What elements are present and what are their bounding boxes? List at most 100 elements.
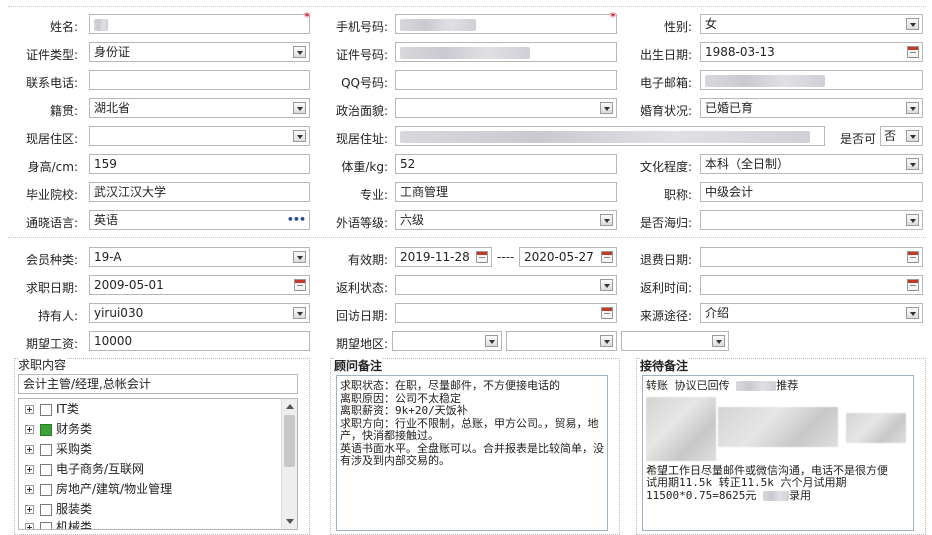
member-type-select[interactable]: 19-A bbox=[89, 247, 310, 267]
advisor-notes-textarea[interactable]: 求职状态：在职，尽量邮件，不方便接电话的 离职原因：公司不太稳定 离职薪资：9k… bbox=[336, 375, 608, 531]
tree-item-finance[interactable]: 财务类 bbox=[25, 420, 92, 438]
reception-line-text: 转账 协议已回传 bbox=[646, 379, 730, 392]
expand-icon[interactable] bbox=[25, 465, 34, 474]
redacted-block bbox=[646, 393, 910, 465]
job-title-input[interactable]: 中级会计 bbox=[700, 182, 923, 202]
advisor-line: 求职方向：行业不限制，总账，甲方公司。，贸易，地产，快消都接触过。 bbox=[340, 416, 599, 442]
tel-input[interactable] bbox=[89, 70, 310, 90]
language-level-select[interactable]: 六级 bbox=[395, 210, 617, 230]
phone-label: 手机号码: bbox=[335, 20, 388, 34]
expand-icon[interactable] bbox=[25, 485, 34, 494]
visit-date-input[interactable] bbox=[395, 303, 617, 323]
checkbox[interactable] bbox=[40, 403, 52, 416]
tree-item-machinery[interactable]: 机械类 bbox=[25, 518, 92, 529]
height-input[interactable]: 159 bbox=[89, 154, 310, 174]
expand-icon[interactable] bbox=[25, 405, 34, 414]
reception-notes-textarea[interactable]: 转账 协议已回传 推荐 希望工作日尽量邮件或微信沟通，电话不是很方便 试用期11… bbox=[642, 375, 914, 531]
native-select[interactable]: 湖北省 bbox=[89, 98, 310, 118]
validity-from-value: 2019-11-28 bbox=[400, 250, 470, 264]
area-city-select[interactable] bbox=[506, 331, 617, 351]
row-body: 身高/cm: 159 体重/kg: 52 文化程度: 本科（全日制） bbox=[0, 154, 932, 176]
phone-input[interactable] bbox=[395, 14, 617, 34]
language-label: 通晓语言: bbox=[25, 216, 78, 230]
row-language: 通晓语言: 英语 ••• 外语等级: 六级 是否海归: bbox=[0, 210, 932, 232]
row-name: 姓名: * 手机号码: * 性别: 女 bbox=[0, 10, 932, 36]
calendar-icon[interactable] bbox=[476, 251, 488, 263]
major-input[interactable]: 工商管理 bbox=[395, 182, 617, 202]
refund-date-input[interactable] bbox=[700, 247, 923, 267]
checkbox-checked[interactable] bbox=[40, 423, 52, 436]
source-select[interactable]: 介绍 bbox=[700, 303, 923, 323]
scroll-thumb[interactable] bbox=[284, 415, 295, 467]
reception-line-tail: 录用 bbox=[788, 488, 811, 502]
height-value: 159 bbox=[94, 157, 117, 171]
rebate-time-input[interactable] bbox=[700, 275, 923, 295]
chevron-down-icon bbox=[712, 335, 725, 347]
native-value: 湖北省 bbox=[94, 101, 131, 115]
tel-label: 联系电话: bbox=[25, 76, 78, 90]
tree-item-apparel[interactable]: 服装类 bbox=[25, 500, 92, 518]
education-label: 文化程度: bbox=[639, 160, 692, 174]
scroll-down-icon[interactable] bbox=[286, 519, 294, 524]
scroll-up-icon[interactable] bbox=[286, 404, 294, 409]
checkbox[interactable] bbox=[40, 521, 52, 529]
validity-from-input[interactable]: 2019-11-28 bbox=[395, 247, 492, 267]
expand-icon[interactable] bbox=[25, 523, 34, 529]
language-level-value: 六级 bbox=[400, 213, 425, 227]
row-school: 毕业院校: 武汉江汉大学 专业: 工商管理 职称: 中级会计 bbox=[0, 182, 932, 204]
overseas-select[interactable] bbox=[700, 210, 923, 230]
calendar-icon[interactable] bbox=[907, 279, 919, 291]
row-member: 会员种类: 19-A 有效期: 2019-11-28 ---- 2020-05-… bbox=[0, 247, 932, 269]
marital-select[interactable]: 已婚已育 bbox=[700, 98, 923, 118]
tree-item-realestate[interactable]: 房地产/建筑/物业管理 bbox=[25, 480, 172, 498]
id-number-input[interactable] bbox=[395, 42, 617, 62]
chevron-down-icon bbox=[906, 18, 919, 30]
yesno-value: 否 bbox=[884, 129, 897, 143]
region-select[interactable] bbox=[89, 126, 310, 146]
tree-scrollbar[interactable] bbox=[281, 399, 297, 529]
checkbox[interactable] bbox=[40, 483, 52, 496]
political-select[interactable] bbox=[395, 98, 617, 118]
tree-item-purchase[interactable]: 采购类 bbox=[25, 440, 92, 458]
expand-icon[interactable] bbox=[25, 425, 34, 434]
yesno-select[interactable]: 否 bbox=[880, 126, 923, 146]
address-input[interactable] bbox=[395, 126, 825, 146]
row-contact: 联系电话: QQ号码: 电子邮箱: bbox=[0, 70, 932, 92]
expand-icon[interactable] bbox=[25, 445, 34, 454]
weight-input[interactable]: 52 bbox=[395, 154, 617, 174]
qq-label: QQ号码: bbox=[341, 76, 388, 90]
checkbox[interactable] bbox=[40, 443, 52, 456]
apply-date-input[interactable]: 2009-05-01 bbox=[89, 275, 310, 295]
qq-input[interactable] bbox=[395, 70, 617, 90]
area-district-select[interactable] bbox=[621, 331, 729, 351]
email-label: 电子邮箱: bbox=[639, 76, 692, 90]
school-input[interactable]: 武汉江汉大学 bbox=[89, 182, 310, 202]
name-input[interactable] bbox=[89, 14, 310, 34]
birth-date-input[interactable]: 1988-03-13 bbox=[700, 42, 923, 62]
calendar-icon[interactable] bbox=[907, 251, 919, 263]
validity-separator: ---- bbox=[497, 250, 515, 264]
id-type-select[interactable]: 身份证 bbox=[89, 42, 310, 62]
gender-select[interactable]: 女 bbox=[700, 14, 923, 34]
checkbox[interactable] bbox=[40, 503, 52, 516]
tree-item-ecommerce[interactable]: 电子商务/互联网 bbox=[25, 460, 144, 478]
row-apply: 求职日期: 2009-05-01 返利状态: 返利时间: bbox=[0, 275, 932, 297]
rebate-status-select[interactable] bbox=[395, 275, 617, 295]
expand-icon[interactable] bbox=[25, 505, 34, 514]
validity-to-input[interactable]: 2020-05-27 bbox=[519, 247, 617, 267]
marital-label: 婚育状况: bbox=[639, 104, 692, 118]
marital-value: 已婚已育 bbox=[705, 101, 754, 115]
email-input[interactable] bbox=[700, 70, 923, 90]
chevron-down-icon bbox=[906, 130, 919, 142]
tree-item-label: 房地产/建筑/物业管理 bbox=[56, 482, 173, 496]
area-province-select[interactable] bbox=[392, 331, 502, 351]
job-selected-input[interactable]: 会计主管/经理,总帐会计 bbox=[18, 374, 298, 394]
holder-select[interactable]: yirui030 bbox=[89, 303, 310, 323]
reception-line-tail: 推荐 bbox=[776, 379, 799, 392]
checkbox[interactable] bbox=[40, 463, 52, 476]
calendar-icon[interactable] bbox=[907, 46, 919, 58]
education-select[interactable]: 本科（全日制） bbox=[700, 154, 923, 174]
tree-item-it[interactable]: IT类 bbox=[25, 400, 79, 418]
salary-input[interactable]: 10000 bbox=[89, 331, 310, 351]
language-input[interactable]: 英语 ••• bbox=[89, 210, 310, 230]
